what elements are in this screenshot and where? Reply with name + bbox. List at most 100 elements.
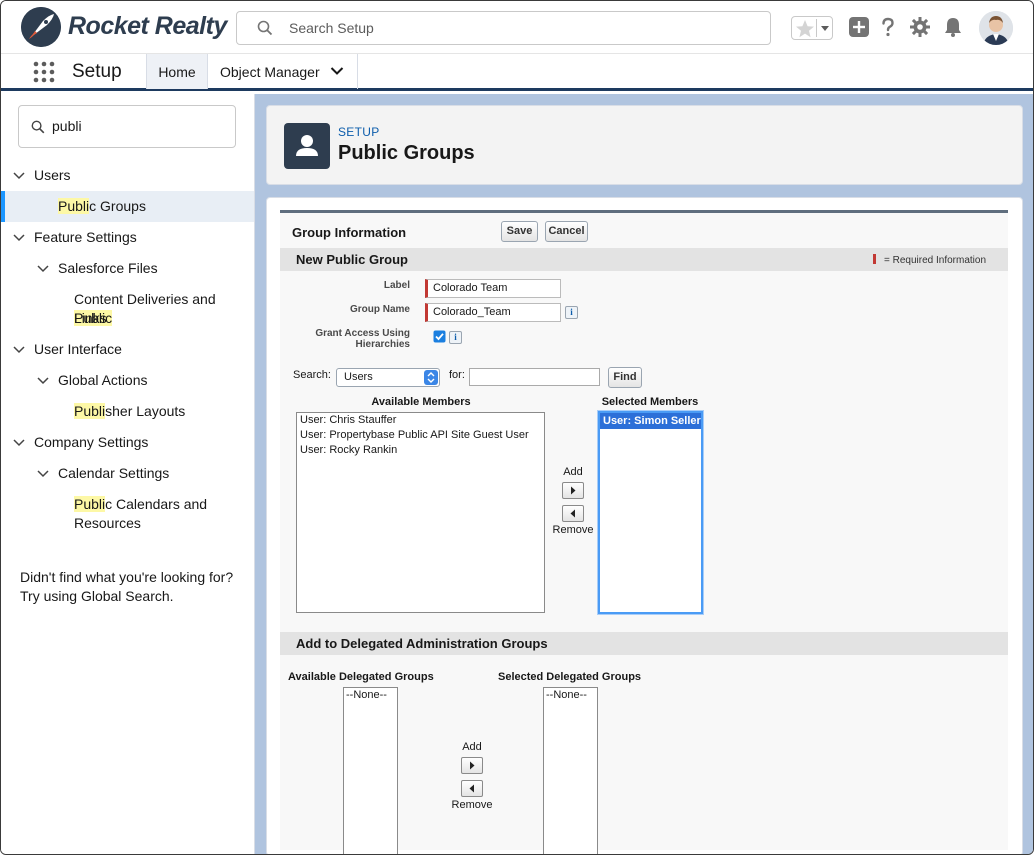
available-delegated-list[interactable]: --None-- — [343, 687, 398, 854]
page-title: Public Groups — [338, 142, 475, 164]
quick-find-value: publi — [52, 118, 82, 134]
notifications-bell-icon[interactable] — [942, 16, 964, 38]
section-title: Add to Delegated Administration Groups — [296, 636, 548, 651]
list-item[interactable]: User: Rocky Rankin — [297, 443, 544, 458]
tree-item-label: Salesforce Files — [58, 260, 158, 276]
caret-down-icon — [821, 26, 829, 31]
app-launcher-icon[interactable] — [33, 61, 55, 83]
tree-item-global-actions[interactable]: Global Actions — [1, 371, 254, 390]
chevron-down-icon[interactable] — [330, 66, 344, 76]
chevron-down-icon[interactable] — [37, 263, 49, 273]
tree-item-label: Calendar Settings — [58, 465, 170, 481]
tab-home[interactable]: Home — [146, 54, 208, 89]
select-stepper-icon — [424, 370, 438, 385]
required-legend: = Required Information — [873, 254, 986, 266]
search-icon — [257, 20, 273, 36]
group-name-label: Group Name — [349, 304, 410, 315]
help-text-line2: Try using Global Search. — [20, 588, 174, 604]
label-field-label: Label — [383, 280, 410, 291]
rocket-logo-icon — [21, 7, 61, 47]
tree-item-content-deliveries[interactable]: Content Deliveries and Public Links — [1, 290, 254, 328]
save-button[interactable]: Save — [501, 221, 538, 242]
context-bar: Setup Home Object Manager — [1, 53, 1033, 91]
help-text-line1: Didn't find what you're looking for? — [20, 569, 234, 585]
chevron-down-icon[interactable] — [37, 375, 49, 385]
section-new-public-group: New Public Group = Required Information — [280, 248, 1008, 271]
tree-item-label-line2: Resources — [74, 515, 141, 531]
available-delegated-heading: Available Delegated Groups — [288, 671, 434, 683]
favorites-button[interactable] — [791, 16, 833, 40]
search-label: Search: — [293, 369, 331, 381]
list-item[interactable]: User: Simon Seller — [600, 413, 701, 429]
setup-sidebar: publi Users Public Groups Feature Settin… — [1, 94, 255, 854]
add-label: Add — [462, 741, 482, 753]
find-button[interactable]: Find — [608, 367, 642, 388]
group-name-input[interactable]: Colorado_Team — [425, 303, 561, 322]
info-icon[interactable]: i — [449, 331, 462, 344]
arrow-right-icon — [470, 761, 475, 770]
tab-object-manager[interactable]: Object Manager — [208, 54, 358, 89]
search-type-select[interactable]: Users — [336, 368, 440, 387]
grant-access-checkbox[interactable] — [433, 330, 446, 343]
quick-find-input[interactable]: publi — [18, 105, 236, 148]
tree-item-users[interactable]: Users — [1, 166, 254, 185]
favorites-dropdown-button[interactable] — [816, 19, 832, 37]
remove-label: Remove — [451, 799, 493, 811]
tree-item-public-calendars[interactable]: Public Calendars and Resources — [1, 495, 254, 533]
section-title: New Public Group — [296, 252, 408, 267]
brand-name: Rocket Realty — [68, 12, 227, 40]
add-delegated-button[interactable] — [461, 757, 483, 774]
chevron-down-icon[interactable] — [13, 344, 25, 354]
tree-item-label: Publisher Layouts — [74, 403, 186, 419]
page-eyebrow[interactable]: SETUP — [338, 125, 380, 139]
tree-item-user-interface[interactable]: User Interface — [1, 340, 254, 359]
list-item[interactable]: User: Chris Stauffer — [297, 413, 544, 428]
selected-delegated-list[interactable]: --None-- — [543, 687, 598, 854]
grant-access-label: Grant Access Using Hierarchies — [315, 328, 410, 350]
add-member-button[interactable] — [562, 482, 584, 499]
selected-members-list[interactable]: User: Simon Seller — [598, 411, 703, 614]
tree-item-calendar-settings[interactable]: Calendar Settings — [1, 464, 254, 483]
brand-logo[interactable]: Rocket Realty — [21, 7, 227, 47]
tree-item-label-line2: Links — [74, 310, 107, 326]
star-icon — [796, 20, 814, 38]
tree-item-feature-settings[interactable]: Feature Settings — [1, 228, 254, 247]
tree-item-label: Public Calendars and — [74, 496, 208, 512]
label-input[interactable]: Colorado Team — [425, 279, 561, 298]
help-icon[interactable] — [877, 16, 899, 38]
add-label: Add — [563, 466, 583, 478]
available-members-list[interactable]: User: Chris Stauffer User: Propertybase … — [296, 412, 545, 613]
list-item[interactable]: --None-- — [544, 688, 597, 703]
content-card: Group Information Save Cancel New Public… — [266, 197, 1023, 854]
chevron-down-icon[interactable] — [13, 170, 25, 180]
sidebar-help-text: Didn't find what you're looking for? Try… — [20, 568, 250, 606]
global-header: Rocket Realty Search Setup — [1, 1, 1033, 53]
tree-item-salesforce-files[interactable]: Salesforce Files — [1, 259, 254, 278]
search-placeholder: Search Setup — [289, 20, 374, 36]
group-form: Group Information Save Cancel New Public… — [280, 210, 1008, 854]
global-search-input[interactable]: Search Setup — [236, 11, 771, 45]
chevron-down-icon[interactable] — [13, 437, 25, 447]
cancel-button[interactable]: Cancel — [545, 221, 588, 242]
arrow-right-icon — [571, 486, 576, 495]
user-avatar[interactable] — [979, 11, 1013, 45]
search-for-input[interactable] — [469, 368, 600, 386]
tree-item-label: Feature Settings — [34, 229, 137, 245]
chevron-down-icon[interactable] — [13, 232, 25, 242]
remove-delegated-button[interactable] — [461, 780, 483, 797]
tab-object-manager-label: Object Manager — [220, 64, 320, 80]
tree-item-publisher-layouts[interactable]: Publisher Layouts — [1, 402, 254, 421]
app-name: Setup — [72, 61, 122, 82]
remove-member-button[interactable] — [562, 505, 584, 522]
chevron-down-icon[interactable] — [37, 468, 49, 478]
tree-item-public-groups[interactable]: Public Groups — [1, 191, 254, 222]
list-item[interactable]: User: Propertybase Public API Site Guest… — [297, 428, 544, 443]
gear-icon[interactable] — [909, 16, 931, 38]
global-actions-icon[interactable] — [848, 16, 870, 38]
list-item[interactable]: --None-- — [344, 688, 397, 703]
app-window: Rocket Realty Search Setup Setup Home Ob… — [0, 0, 1034, 855]
info-icon[interactable]: i — [565, 306, 578, 319]
search-type-value: Users — [344, 371, 373, 383]
tree-item-label: Users — [34, 167, 71, 183]
tree-item-company-settings[interactable]: Company Settings — [1, 433, 254, 452]
